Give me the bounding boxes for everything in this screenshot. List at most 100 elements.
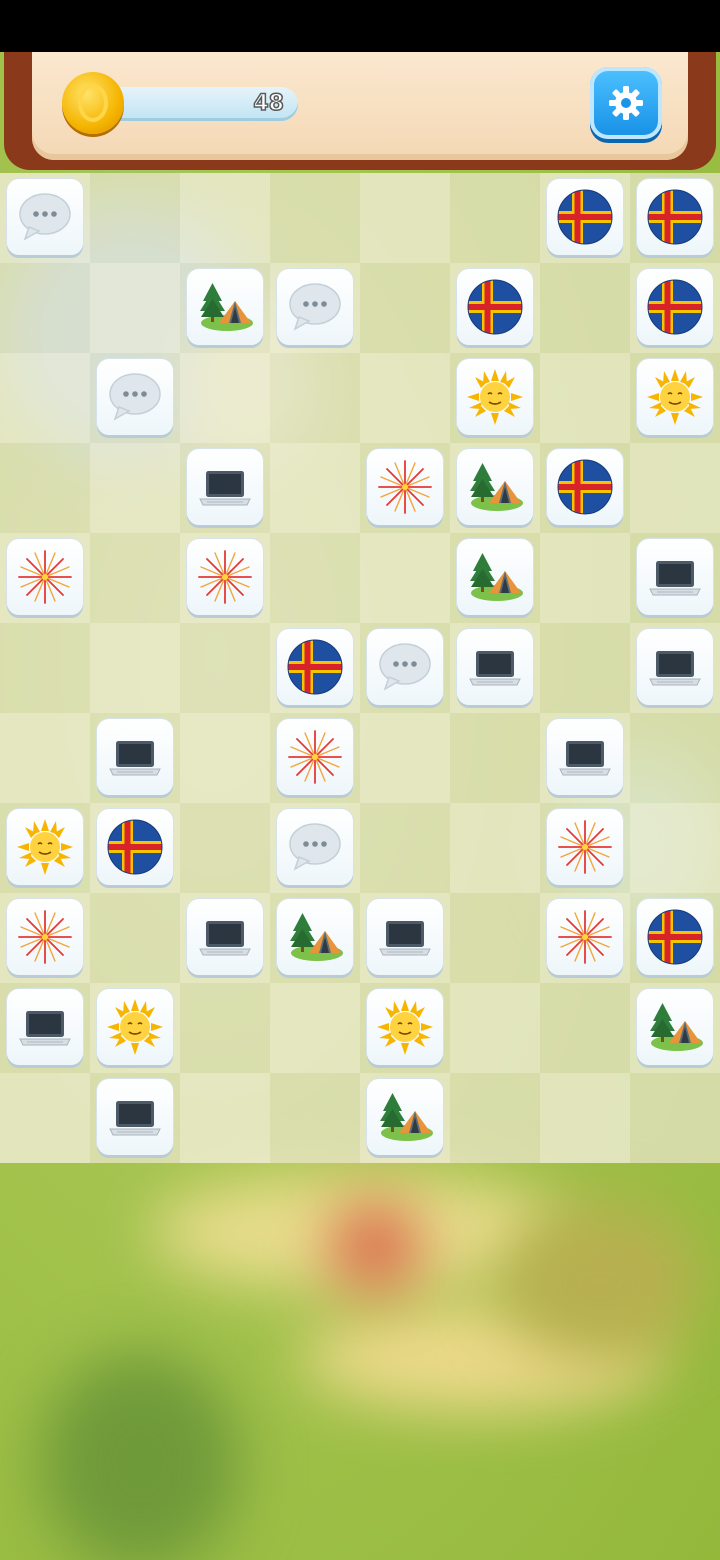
- tile-camp[interactable]: [457, 539, 533, 615]
- tile-speech[interactable]: [97, 359, 173, 435]
- board-cell: [180, 713, 270, 803]
- board-cell: [270, 533, 360, 623]
- settings-button[interactable]: [590, 67, 662, 139]
- tile-laptop[interactable]: [187, 449, 263, 525]
- tile-laptop[interactable]: [97, 1079, 173, 1155]
- tile-flag[interactable]: [547, 179, 623, 255]
- tile-laptop[interactable]: [7, 989, 83, 1065]
- game-board: [0, 173, 720, 1163]
- tile-camp[interactable]: [367, 1079, 443, 1155]
- board-cell: [540, 533, 630, 623]
- board-cell: [450, 1073, 540, 1163]
- tile-speech[interactable]: [367, 629, 443, 705]
- laptop-icon: [649, 651, 701, 686]
- laptop-icon: [199, 471, 251, 506]
- laptop-icon: [109, 1101, 161, 1136]
- tile-laptop[interactable]: [367, 899, 443, 975]
- laptop-icon: [649, 561, 701, 596]
- fireworks-icon: [18, 910, 72, 964]
- tile-flag[interactable]: [97, 809, 173, 885]
- board-cell: [630, 803, 720, 893]
- tile-sun[interactable]: [637, 359, 713, 435]
- board-cell: [90, 623, 180, 713]
- tile-laptop[interactable]: [547, 719, 623, 795]
- tile-flag[interactable]: [457, 269, 533, 345]
- camping-tent-icon: [650, 1003, 703, 1051]
- board-cell: [450, 983, 540, 1073]
- board-cell: [360, 803, 450, 893]
- board-cell: [180, 173, 270, 263]
- board-cell: [270, 443, 360, 533]
- tile-fireworks[interactable]: [7, 899, 83, 975]
- tile-laptop[interactable]: [457, 629, 533, 705]
- tile-fireworks[interactable]: [7, 539, 83, 615]
- laptop-icon: [109, 741, 161, 776]
- camping-tent-icon: [200, 283, 253, 331]
- aland-flag-icon: [647, 279, 703, 335]
- coin-counter: 48: [100, 87, 298, 121]
- board-cell: [180, 983, 270, 1073]
- laptop-icon: [199, 921, 251, 956]
- speech-bubble-icon: [109, 373, 161, 421]
- camping-tent-icon: [470, 553, 523, 601]
- laptop-icon: [469, 651, 521, 686]
- tile-sun[interactable]: [97, 989, 173, 1065]
- tile-camp[interactable]: [457, 449, 533, 525]
- tile-speech[interactable]: [277, 809, 353, 885]
- tile-flag[interactable]: [277, 629, 353, 705]
- tile-camp[interactable]: [187, 269, 263, 345]
- gear-icon: [609, 86, 643, 120]
- aland-flag-icon: [647, 189, 703, 245]
- board-cell: [90, 173, 180, 263]
- board-cell: [360, 713, 450, 803]
- board-cell: [0, 353, 90, 443]
- board-cell: [270, 983, 360, 1073]
- aland-flag-icon: [557, 459, 613, 515]
- fireworks-icon: [288, 730, 342, 784]
- tile-laptop[interactable]: [97, 719, 173, 795]
- board-cell: [630, 443, 720, 533]
- tile-flag[interactable]: [637, 179, 713, 255]
- tile-speech[interactable]: [277, 269, 353, 345]
- tile-fireworks[interactable]: [367, 449, 443, 525]
- tile-camp[interactable]: [277, 899, 353, 975]
- board-cell: [0, 623, 90, 713]
- board-cell: [90, 533, 180, 623]
- board-cell: [90, 893, 180, 983]
- board-cell: [180, 803, 270, 893]
- fireworks-icon: [558, 910, 612, 964]
- board-cell: [540, 1073, 630, 1163]
- tile-laptop[interactable]: [637, 539, 713, 615]
- coin-count: 48: [253, 90, 285, 117]
- board-cell: [360, 173, 450, 263]
- tile-fireworks[interactable]: [547, 899, 623, 975]
- board-cell: [180, 353, 270, 443]
- aland-flag-icon: [647, 909, 703, 965]
- board-cell: [0, 1073, 90, 1163]
- tile-sun[interactable]: [457, 359, 533, 435]
- tile-flag[interactable]: [547, 449, 623, 525]
- tile-fireworks[interactable]: [187, 539, 263, 615]
- tile-laptop[interactable]: [187, 899, 263, 975]
- tile-flag[interactable]: [637, 269, 713, 345]
- board-cell: [540, 623, 630, 713]
- tile-speech[interactable]: [7, 179, 83, 255]
- tile-sun[interactable]: [7, 809, 83, 885]
- board-cell: [450, 713, 540, 803]
- tile-fireworks[interactable]: [547, 809, 623, 885]
- tile-camp[interactable]: [637, 989, 713, 1065]
- tile-sun[interactable]: [367, 989, 443, 1065]
- board-cell: [90, 263, 180, 353]
- board-cell: [450, 893, 540, 983]
- tile-laptop[interactable]: [637, 629, 713, 705]
- tile-flag[interactable]: [637, 899, 713, 975]
- aland-flag-icon: [107, 819, 163, 875]
- board-cell: [90, 443, 180, 533]
- tile-fireworks[interactable]: [277, 719, 353, 795]
- laptop-icon: [379, 921, 431, 956]
- board-cell: [270, 173, 360, 263]
- gold-coin-icon: [62, 72, 124, 134]
- fireworks-icon: [18, 550, 72, 604]
- speech-bubble-icon: [289, 283, 341, 331]
- camping-tent-icon: [470, 463, 523, 511]
